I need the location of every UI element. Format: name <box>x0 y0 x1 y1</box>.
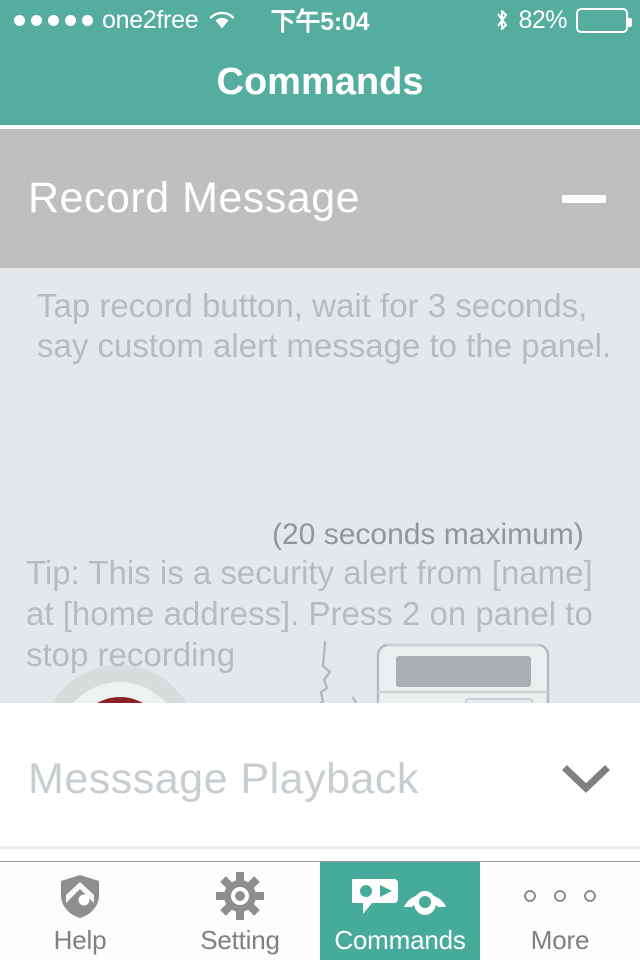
minus-icon[interactable] <box>562 194 606 203</box>
tab-setting[interactable]: Setting <box>160 862 320 960</box>
ellipsis-icon <box>524 873 596 919</box>
section-header-message-playback[interactable]: Messsage Playback <box>0 712 640 846</box>
record-duration-caption: (20 seconds maximum) <box>272 518 584 551</box>
tab-label-help: Help <box>53 924 107 955</box>
section-header-record-message[interactable]: Record Message <box>0 129 640 268</box>
section-divider <box>0 846 640 849</box>
clock-label: 下午5:04 <box>270 8 370 36</box>
section-title-record-message: Record Message <box>28 174 361 222</box>
shield-icon <box>58 873 102 919</box>
tab-more[interactable]: More <box>480 862 640 960</box>
tab-commands[interactable]: Commands <box>320 862 480 960</box>
gear-icon <box>216 871 264 920</box>
tab-label-commands: Commands <box>334 924 466 955</box>
tab-help[interactable]: Help <box>0 862 160 960</box>
tab-label-more: More <box>530 924 590 955</box>
speech-bubble-phone-icon <box>352 873 448 919</box>
record-instructions: Tap record button, wait for 3 seconds, s… <box>37 287 612 364</box>
tab-bar: Help Setting Commands More <box>0 861 640 960</box>
section-title-message-playback: Messsage Playback <box>28 754 419 803</box>
status-bar: one2free 下午5:04 82% <box>0 0 640 40</box>
tab-label-setting: Setting <box>200 924 280 955</box>
page-title: Commands <box>216 61 424 103</box>
section-body-record-message: Tap record button, wait for 3 seconds, s… <box>0 268 640 703</box>
battery-icon <box>576 7 632 33</box>
navigation-bar: Commands <box>0 40 640 125</box>
record-tip-text: Tip: This is a security alert from [name… <box>26 554 593 673</box>
app-root: one2free 下午5:04 82% Commands Record Mess… <box>0 0 640 960</box>
chevron-down-icon[interactable] <box>562 764 610 794</box>
